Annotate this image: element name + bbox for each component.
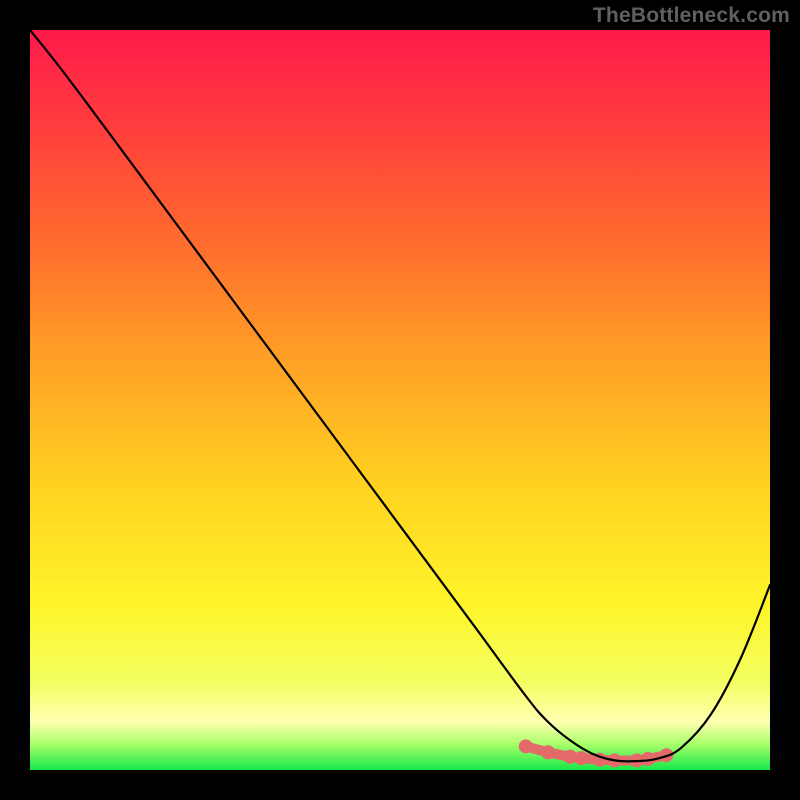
gradient-background xyxy=(30,30,770,770)
watermark-text: TheBottleneck.com xyxy=(593,4,790,28)
optimal-range-dot xyxy=(541,745,555,759)
plot-area xyxy=(30,30,770,770)
chart-frame: TheBottleneck.com xyxy=(0,0,800,800)
bottleneck-chart xyxy=(30,30,770,770)
optimal-range-dot xyxy=(574,751,588,765)
optimal-range-dot xyxy=(519,739,533,753)
